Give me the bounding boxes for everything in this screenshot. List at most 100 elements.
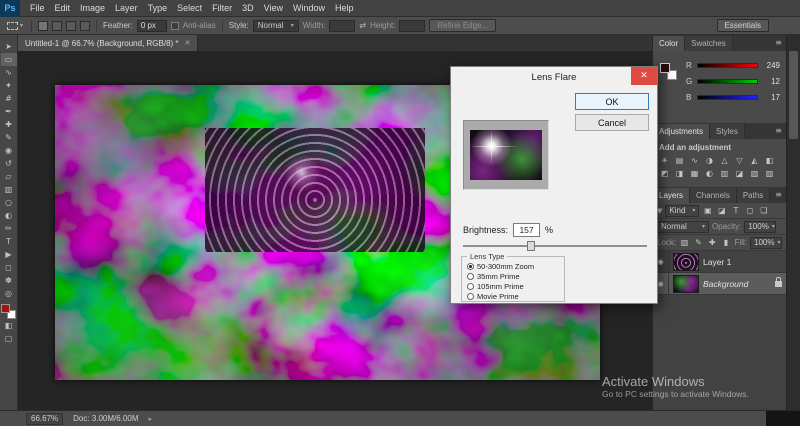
- width-input[interactable]: [329, 19, 356, 32]
- move-tool-icon[interactable]: ➤: [1, 40, 17, 53]
- opacity-select[interactable]: 100% ▾: [744, 220, 777, 233]
- feather-input[interactable]: 0 px: [136, 19, 167, 32]
- foreground-color-swatch[interactable]: [660, 63, 670, 73]
- lens-option-105mm-prime[interactable]: 105mm Prime: [467, 281, 559, 291]
- menu-edit[interactable]: Edit: [50, 3, 76, 13]
- layer-thumbnail[interactable]: [673, 252, 699, 271]
- intersect-selection-icon[interactable]: [80, 20, 91, 31]
- levels-icon[interactable]: ▤: [674, 155, 685, 166]
- lock-all-icon[interactable]: ▮: [721, 238, 732, 247]
- gradient-tool-icon[interactable]: ▥: [1, 183, 17, 196]
- photo-filter-icon[interactable]: ◩: [659, 168, 670, 179]
- lock-transparency-icon[interactable]: ▨: [679, 238, 690, 247]
- foreground-color-swatch[interactable]: [1, 304, 10, 313]
- selective-color-icon[interactable]: ▧: [749, 168, 760, 179]
- lock-pixels-icon[interactable]: ✎: [693, 238, 704, 247]
- swap-width-height-icon[interactable]: ⇄: [359, 21, 366, 30]
- tab-paths[interactable]: Paths: [736, 188, 771, 203]
- pen-tool-icon[interactable]: ✏: [1, 222, 17, 235]
- brightness-slider[interactable]: [463, 240, 647, 252]
- tab-channels[interactable]: Channels: [690, 188, 737, 203]
- tab-swatches[interactable]: Swatches: [685, 36, 733, 51]
- fill-select[interactable]: 100% ▾: [750, 236, 783, 249]
- blue-slider[interactable]: [697, 95, 758, 100]
- lens-option-50-300mm-zoom[interactable]: 50-300mm Zoom: [467, 261, 559, 271]
- black-white-icon[interactable]: ◧: [764, 155, 775, 166]
- filter-shape-layers-icon[interactable]: ◻: [744, 206, 755, 215]
- color-lookup-icon[interactable]: ▦: [689, 168, 700, 179]
- tab-styles[interactable]: Styles: [710, 124, 745, 139]
- menu-type[interactable]: Type: [143, 3, 173, 13]
- type-tool-icon[interactable]: T: [1, 235, 17, 248]
- vibrance-icon[interactable]: △: [719, 155, 730, 166]
- dialog-close-button[interactable]: ✕: [631, 67, 657, 85]
- status-flyout-arrow-icon[interactable]: ▸: [149, 415, 153, 423]
- red-value[interactable]: 249: [762, 61, 780, 70]
- blend-mode-select[interactable]: Normal ▾: [657, 220, 709, 233]
- crop-tool-icon[interactable]: #: [1, 92, 17, 105]
- menu-file[interactable]: File: [25, 3, 50, 13]
- clone-stamp-tool-icon[interactable]: ◉: [1, 144, 17, 157]
- workspace-button[interactable]: Essentials: [716, 19, 769, 32]
- filter-smart-objects-icon[interactable]: ❏: [758, 206, 769, 215]
- brightness-input[interactable]: 157: [513, 223, 541, 237]
- document-tab[interactable]: Untitled-1 @ 66.7% (Background, RGB/8) *…: [18, 35, 199, 51]
- quick-mask-icon[interactable]: ◧: [1, 319, 17, 332]
- ok-button[interactable]: OK: [575, 93, 649, 110]
- zoom-level-field[interactable]: 66.67%: [26, 412, 64, 425]
- panel-menu-icon[interactable]: ≡: [775, 126, 782, 135]
- tool-preset-picker[interactable]: ▾: [5, 21, 25, 30]
- hue-saturation-icon[interactable]: ▽: [734, 155, 745, 166]
- foreground-background-swatches[interactable]: [1, 304, 16, 319]
- eyedropper-tool-icon[interactable]: ✒: [1, 105, 17, 118]
- layer-row-background[interactable]: ◉ Background: [653, 272, 786, 295]
- photoshop-logo[interactable]: Ps: [0, 0, 20, 17]
- screen-mode-icon[interactable]: ▢: [1, 332, 17, 345]
- layer-name[interactable]: Background: [703, 279, 769, 289]
- green-slider[interactable]: [697, 79, 758, 84]
- lens-option-movie-prime[interactable]: Movie Prime: [467, 291, 559, 301]
- new-selection-icon[interactable]: [38, 20, 49, 31]
- blur-tool-icon[interactable]: ○: [1, 196, 17, 209]
- layer-row-layer-1[interactable]: ◉ Layer 1: [653, 250, 786, 273]
- filter-type-layers-icon[interactable]: T: [730, 206, 741, 215]
- panel-menu-icon[interactable]: ≡: [775, 38, 782, 47]
- layer-name[interactable]: Layer 1: [703, 257, 782, 267]
- gradient-map-icon[interactable]: ▨: [764, 168, 775, 179]
- menu-3d[interactable]: 3D: [237, 3, 259, 13]
- lens-option-35mm-prime[interactable]: 35mm Prime: [467, 271, 559, 281]
- green-value[interactable]: 12: [762, 77, 780, 86]
- red-slider[interactable]: [697, 63, 758, 68]
- color-balance-icon[interactable]: ◭: [749, 155, 760, 166]
- path-selection-tool-icon[interactable]: ▶: [1, 248, 17, 261]
- subtract-from-selection-icon[interactable]: [66, 20, 77, 31]
- history-brush-tool-icon[interactable]: ↺: [1, 157, 17, 170]
- layer-thumbnail[interactable]: [673, 274, 699, 293]
- tab-close-icon[interactable]: ✕: [185, 39, 191, 47]
- blue-value[interactable]: 17: [762, 93, 780, 102]
- menu-select[interactable]: Select: [172, 3, 207, 13]
- threshold-icon[interactable]: ◪: [734, 168, 745, 179]
- dodge-tool-icon[interactable]: ◐: [1, 209, 17, 222]
- vertical-scrollbar[interactable]: [786, 35, 800, 410]
- quick-selection-tool-icon[interactable]: ✦: [1, 79, 17, 92]
- eraser-tool-icon[interactable]: ▱: [1, 170, 17, 183]
- healing-brush-tool-icon[interactable]: ✚: [1, 118, 17, 131]
- zoom-tool-icon[interactable]: ◎: [1, 287, 17, 300]
- flare-preview-image[interactable]: [470, 130, 542, 180]
- brush-tool-icon[interactable]: ✎: [1, 131, 17, 144]
- slider-track[interactable]: [463, 245, 647, 247]
- exposure-icon[interactable]: ◑: [704, 155, 715, 166]
- anti-alias-checkbox[interactable]: [170, 21, 179, 30]
- tab-adjustments[interactable]: Adjustments: [653, 124, 711, 139]
- invert-icon[interactable]: ◐: [704, 168, 715, 179]
- curves-icon[interactable]: ∿: [689, 155, 700, 166]
- panel-menu-icon[interactable]: ≡: [775, 190, 782, 199]
- menu-help[interactable]: Help: [330, 3, 359, 13]
- slider-thumb[interactable]: [527, 241, 536, 251]
- layer-filter-kind-select[interactable]: Kind ▾: [665, 204, 700, 217]
- scrollbar-thumb[interactable]: [789, 51, 798, 139]
- shape-tool-icon[interactable]: ◻: [1, 261, 17, 274]
- rectangular-marquee-tool-icon[interactable]: ▭: [0, 53, 17, 66]
- menu-view[interactable]: View: [259, 3, 288, 13]
